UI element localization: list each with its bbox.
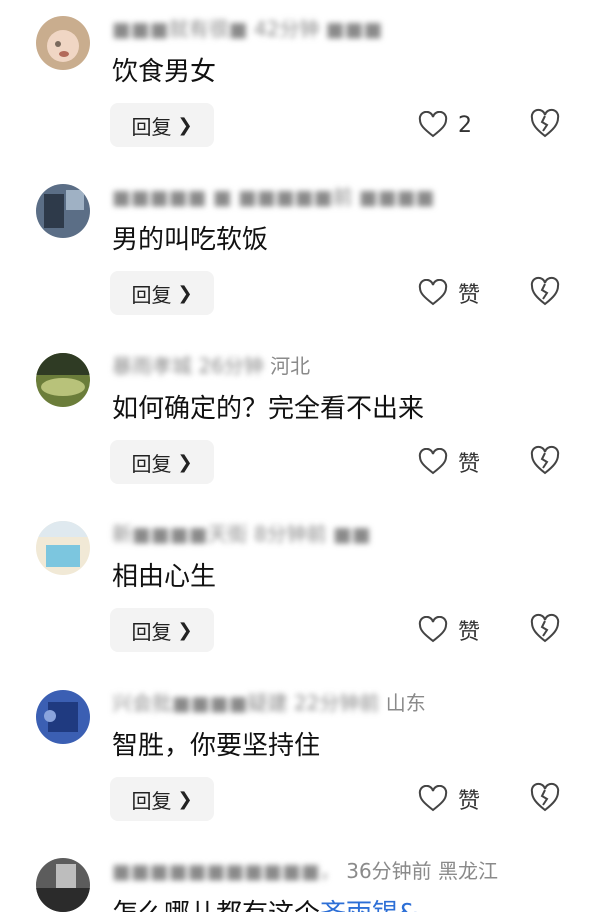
reply-button[interactable]: 回复 ❯	[110, 440, 214, 484]
username-blurred: ■■■就有很■ 42分钟 ■■■	[112, 17, 383, 41]
dislike-button[interactable]	[530, 445, 560, 477]
like-button[interactable]: 赞	[418, 441, 480, 483]
reply-button[interactable]: 回复 ❯	[110, 271, 214, 315]
comment-text: 相由心生	[112, 557, 216, 597]
chevron-right-icon: ❯	[177, 788, 193, 810]
username-blurred: 暴雨孝城 26分钟	[112, 354, 264, 378]
chevron-right-icon: ❯	[177, 619, 193, 641]
heart-outline-icon	[418, 616, 448, 643]
reply-button[interactable]: 回复 ❯	[110, 103, 214, 147]
chevron-right-icon: ❯	[177, 114, 193, 136]
comment-text-body: 男的叫吃软饭	[112, 225, 269, 255]
broken-heart-icon	[530, 276, 560, 306]
comment-meta: ■■■就有很■ 42分钟 ■■■	[112, 14, 382, 44]
reply-button[interactable]: 回复 ❯	[110, 777, 214, 821]
username-blurred: 兴会批■■■■疑建 22分钟前	[112, 691, 380, 715]
avatar[interactable]	[36, 353, 90, 407]
comment-text: 如何确定的？完全看不出来	[112, 389, 424, 429]
reply-button[interactable]: 回复 ❯	[110, 608, 214, 652]
comment-text-body: 饮食男女	[112, 57, 217, 87]
comment-text: 智胜，你要坚持住	[112, 726, 320, 766]
like-button[interactable]: 2	[418, 104, 472, 146]
dislike-button[interactable]	[530, 276, 560, 308]
reply-label: 回复	[131, 451, 172, 476]
reply-label: 回复	[131, 282, 172, 307]
broken-heart-icon	[530, 108, 560, 138]
broken-heart-icon	[530, 782, 560, 812]
reply-label: 回复	[131, 788, 172, 813]
username-blurred: ■■■■■■■■■■■，	[112, 859, 340, 883]
comment-location: 山东	[385, 691, 426, 715]
heart-outline-icon	[418, 448, 448, 475]
comment-meta: 暴雨孝城 26分钟 河北	[112, 351, 310, 381]
comment-item: 暴雨孝城 26分钟 河北 如何确定的？完全看不出来 回复 ❯ 赞	[0, 337, 600, 505]
heart-outline-icon	[418, 279, 448, 306]
comment-item: 新■■■■天街 8分钟前 ■■ 相由心生 回复 ❯ 赞	[0, 505, 600, 673]
comment-text: 饮食男女	[112, 52, 216, 92]
comment-location: 36分钟前 黑龙江	[346, 859, 499, 883]
avatar[interactable]	[36, 16, 90, 70]
like-count: 赞	[458, 620, 481, 645]
comment-location: 河北	[270, 354, 311, 378]
like-button[interactable]: 赞	[418, 609, 480, 651]
avatar[interactable]	[36, 184, 90, 238]
comment-text-body: 相由心生	[112, 562, 217, 592]
comment-item: 兴会批■■■■疑建 22分钟前 山东 智胜，你要坚持住 回复 ❯ 赞	[0, 674, 600, 842]
comment-text-body: 智胜，你要坚持住	[112, 731, 321, 761]
heart-outline-icon	[418, 111, 448, 138]
mention-link[interactable]: 齐雨锡&	[320, 899, 418, 912]
like-button[interactable]: 赞	[418, 272, 480, 314]
broken-heart-icon	[530, 613, 560, 643]
username-blurred: ■■■■■ ■ ■■■■■前 ■■■■	[112, 185, 435, 209]
avatar[interactable]	[36, 858, 90, 912]
chevron-right-icon: ❯	[177, 451, 193, 473]
comment-text: 男的叫吃软饭	[112, 220, 268, 260]
comment-meta: 新■■■■天街 8分钟前 ■■	[112, 519, 371, 549]
broken-heart-icon	[530, 445, 560, 475]
chevron-right-icon: ❯	[177, 282, 193, 304]
comment-meta: 兴会批■■■■疑建 22分钟前 山东	[112, 688, 426, 718]
heart-outline-icon	[418, 785, 448, 812]
avatar[interactable]	[36, 690, 90, 744]
like-count: 赞	[458, 789, 481, 814]
comment-item: ■■■■■ ■ ■■■■■前 ■■■■ 男的叫吃软饭 回复 ❯ 赞	[0, 168, 600, 336]
dislike-button[interactable]	[530, 782, 560, 814]
like-button[interactable]: 赞	[418, 778, 480, 820]
dislike-button[interactable]	[530, 613, 560, 645]
like-count: 赞	[458, 283, 481, 308]
like-count: 赞	[458, 452, 481, 477]
comment-item: ■■■■■■■■■■■， 36分钟前 黑龙江 怎么哪儿都有这个齐雨锡&	[0, 842, 600, 912]
username-blurred: 新■■■■天街 8分钟前 ■■	[112, 522, 371, 546]
comment-text-body: 如何确定的？完全看不出来	[112, 394, 425, 424]
avatar[interactable]	[36, 521, 90, 575]
reply-label: 回复	[131, 114, 172, 139]
reply-label: 回复	[131, 619, 172, 644]
like-count: 2	[458, 112, 472, 138]
dislike-button[interactable]	[530, 108, 560, 140]
comment-meta: ■■■■■■■■■■■， 36分钟前 黑龙江	[112, 856, 498, 886]
comment-text-body: 怎么哪儿都有这个	[112, 899, 320, 912]
comment-meta: ■■■■■ ■ ■■■■■前 ■■■■	[112, 182, 435, 212]
comment-item: ■■■就有很■ 42分钟 ■■■ 饮食男女 回复 ❯ 2	[0, 0, 600, 168]
comment-text: 怎么哪儿都有这个齐雨锡&	[112, 894, 418, 912]
